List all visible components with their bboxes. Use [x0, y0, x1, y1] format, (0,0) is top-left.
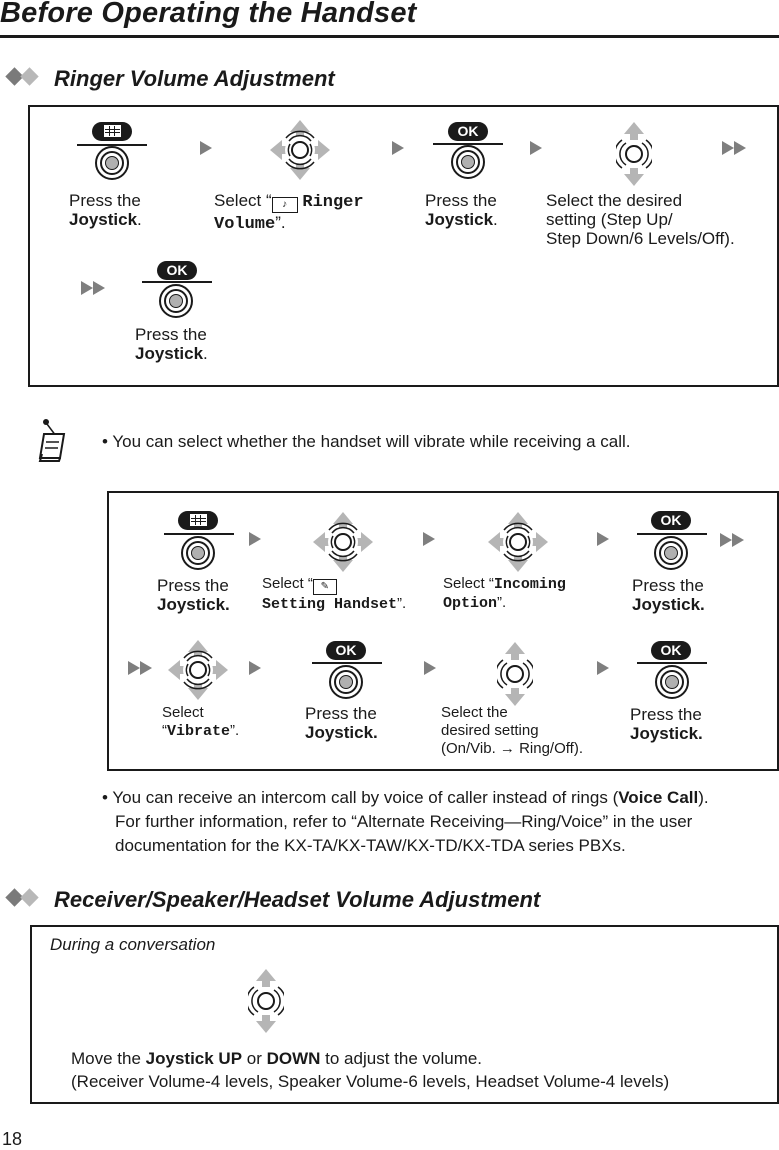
joystick-press-icon — [329, 665, 363, 699]
menu-key-icon — [178, 511, 218, 530]
section-diamond-icon — [5, 888, 46, 911]
ok-key-icon: OK — [448, 122, 488, 141]
key-divider — [164, 533, 234, 535]
next-arrow-icon — [392, 141, 404, 155]
ringer-step5-text: Press the Joystick. — [135, 325, 208, 363]
joystick-4way-icon — [313, 512, 373, 572]
joystick-updown-icon — [616, 122, 652, 186]
section-heading-receiver: Receiver/Speaker/Headset Volume Adjustme… — [5, 887, 541, 913]
joystick-press-icon — [654, 536, 688, 570]
continue-arrow-icon — [720, 533, 744, 547]
vibrate-step5-text: Select “Vibrate”. — [162, 704, 240, 740]
note-icon — [38, 419, 66, 462]
key-divider — [637, 533, 707, 535]
joystick-press-icon — [95, 146, 129, 180]
handset-setting-icon: ✎ — [312, 579, 337, 595]
page-title: Before Operating the Handset — [0, 0, 417, 29]
ok-key-icon: OK — [651, 641, 691, 660]
ringer-step4-text: Select the desired setting (Step Up/Step … — [546, 191, 735, 248]
vibrate-step8-text: Press the Joystick. — [630, 705, 703, 743]
note-bullet-voice-call: • You can receive an intercom call by vo… — [102, 788, 709, 855]
key-divider — [637, 662, 707, 664]
joystick-updown-icon — [497, 642, 533, 706]
ringer-volume-label: Ringer — [302, 193, 364, 212]
continue-arrow-icon — [128, 661, 152, 675]
continue-arrow-icon — [81, 281, 105, 295]
section-heading-ringer-text: Ringer Volume Adjustment — [54, 66, 335, 91]
joystick-press-icon — [181, 536, 215, 570]
note-bullet-vibrate: • You can select whether the handset wil… — [102, 432, 631, 451]
receiver-instructions: Move the Joystick UP or DOWN to adjust t… — [71, 1049, 670, 1091]
next-arrow-icon — [249, 532, 261, 546]
receiver-context: During a conversation — [50, 935, 216, 954]
ringer-step2-text: Select “♪ Ringer Volume”. — [214, 191, 364, 234]
next-arrow-icon — [597, 532, 609, 546]
next-arrow-icon — [423, 532, 435, 546]
joystick-4way-icon — [488, 512, 548, 572]
ringer-step1-text: Press the Joystick. — [69, 191, 142, 229]
vibrate-step1-text: Press the Joystick. — [157, 576, 230, 614]
joystick-press-icon — [655, 665, 689, 699]
key-divider — [312, 662, 382, 664]
title-rule — [0, 35, 779, 38]
vibrate-step2-text: Select “✎ Setting Handset”. — [262, 575, 407, 613]
vibrate-step6-text: Press the Joystick. — [305, 704, 378, 742]
ringer-step3-text: Press the Joystick. — [425, 191, 498, 229]
page-number: 18 — [2, 1129, 23, 1149]
ok-key-icon: OK — [157, 261, 197, 280]
section-heading-ringer: Ringer Volume Adjustment — [5, 66, 335, 92]
next-arrow-icon — [200, 141, 212, 155]
ok-key-icon: OK — [651, 511, 691, 530]
next-arrow-icon — [597, 661, 609, 675]
ringer-volume-icon: ♪ — [271, 197, 298, 213]
joystick-4way-icon — [270, 120, 330, 180]
vibrate-step3-text: Select “Incoming Option”. — [443, 575, 566, 612]
menu-key-icon — [92, 122, 132, 141]
next-arrow-icon — [424, 661, 436, 675]
section-diamond-icon — [5, 67, 46, 90]
section-heading-receiver-text: Receiver/Speaker/Headset Volume Adjustme… — [54, 887, 541, 912]
next-arrow-icon — [530, 141, 542, 155]
continue-arrow-icon — [722, 141, 746, 155]
joystick-press-icon — [159, 284, 193, 318]
joystick-press-icon — [451, 145, 485, 179]
next-arrow-icon — [249, 661, 261, 675]
vibrate-step4-text: Press the Joystick. — [632, 576, 705, 614]
vibrate-step7-text: Select the desired setting (On/Vib. → Ring… — [441, 704, 583, 757]
key-divider — [142, 281, 212, 283]
ok-key-icon: OK — [326, 641, 366, 660]
joystick-4way-icon — [168, 640, 228, 700]
joystick-updown-icon — [248, 969, 284, 1033]
